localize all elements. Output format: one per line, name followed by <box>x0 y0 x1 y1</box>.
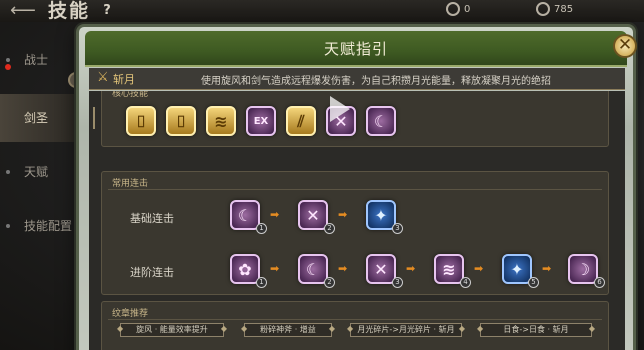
ex-sword-pink-icon[interactable]: EX <box>246 106 276 136</box>
arrow-right-icon: ➡ <box>542 262 552 275</box>
step-number: 2 <box>324 277 335 288</box>
sidebar-item-label: 剑圣 <box>24 111 49 125</box>
sidebar-item-swordmaster[interactable]: 剑圣 <box>0 94 78 142</box>
sword-icon: ⚔ <box>97 70 109 85</box>
panel-title: 常用连击 <box>112 179 149 189</box>
emblem-item[interactable]: 月光碎片->月光碎片 · 斩月 <box>347 323 465 337</box>
dialog-title: 天赋指引 <box>323 40 388 58</box>
sidebar-item-label: 天赋 <box>24 165 49 179</box>
emblem-item[interactable]: 日食->日食 · 斩月 <box>477 323 595 337</box>
advanced-combo-label: 进阶连击 <box>130 266 174 279</box>
skill-description: 使用旋风和剑气造成远程爆发伤害，为自己积攒月光能量，释放凝聚月光的绝招 <box>201 76 551 87</box>
step-number: 3 <box>392 277 403 288</box>
moon-coin-icon <box>536 2 550 16</box>
step-number: 2 <box>324 223 335 234</box>
sidebar-item-talent[interactable]: 天赋 <box>0 148 78 196</box>
back-icon[interactable]: ⟵ <box>10 2 36 20</box>
divider <box>108 319 602 320</box>
cursor-play-icon <box>330 96 350 122</box>
scroll-gold-icon[interactable]: ⌷ <box>166 106 196 136</box>
arrow-right-icon: ➡ <box>270 262 280 275</box>
skill-name: 斩月 <box>113 73 135 86</box>
step-number: 1 <box>256 277 267 288</box>
help-icon[interactable]: ? <box>98 2 116 20</box>
coin-icon <box>446 2 460 16</box>
talent-guide-dialog: 天赋指引 ✕ ⚔ 斩月 使用旋风和剑气造成远程爆发伤害，为自己积攒月光能量，释放… <box>76 24 637 350</box>
step-number: 1 <box>256 223 267 234</box>
close-button[interactable]: ✕ <box>613 34 637 58</box>
emblem-item[interactable]: 旋风 · 能量效率提升 <box>117 323 227 337</box>
page-title: 技能 <box>48 0 91 22</box>
dialog-header: 天赋指引 ✕ <box>85 31 637 67</box>
currency-1-value: 0 <box>464 4 471 15</box>
sidebar-item-skill-config[interactable]: 技能配置 <box>0 202 78 250</box>
skill-summary: ⚔ 斩月 使用旋风和剑气造成远程爆发伤害，为自己积攒月光能量，释放凝聚月光的绝招 <box>89 68 625 90</box>
bullet-icon <box>6 170 10 174</box>
guide-content[interactable]: 核心技能 ⌷ ⌷ ≋ EX ⫽ ✕ ☾ 常用连击 基础连击 ☾ 1 ➡ ✕ 2 … <box>89 91 625 350</box>
arrow-right-icon: ➡ <box>338 208 348 221</box>
step-number: 6 <box>594 277 605 288</box>
arrow-right-icon: ➡ <box>406 262 416 275</box>
scrollbar[interactable] <box>93 107 95 129</box>
crescent-pink-icon[interactable]: ☾ <box>366 106 396 136</box>
bullet-icon <box>6 224 10 228</box>
core-skills-panel: 核心技能 ⌷ ⌷ ≋ EX ⫽ ✕ ☾ <box>101 91 609 147</box>
arrow-right-icon: ➡ <box>270 208 280 221</box>
currency-1: 0 <box>446 2 470 18</box>
sidebar-item-label: 战士 <box>24 53 49 67</box>
step-number: 3 <box>392 223 403 234</box>
multi-blade-gold-icon[interactable]: ⫽ <box>286 106 316 136</box>
sidebar: 战士 剑圣 天赋 技能配置 <box>0 30 84 350</box>
bullet-icon <box>6 58 10 62</box>
sidebar-item-warrior[interactable]: 战士 <box>0 36 78 84</box>
sidebar-item-label: 技能配置 <box>24 219 73 233</box>
panel-title: 核心技能 <box>112 91 149 99</box>
divider <box>108 189 602 190</box>
arrow-right-icon: ➡ <box>474 262 484 275</box>
currency-2: 785 <box>536 2 573 18</box>
scroll-gold-icon[interactable]: ⌷ <box>126 106 156 136</box>
wind-slash-gold-icon[interactable]: ≋ <box>206 106 236 136</box>
emblem-item[interactable]: 粉碎神斧 · 增益 <box>241 323 335 337</box>
panel-title: 纹章推荐 <box>112 309 149 319</box>
step-number: 4 <box>460 277 471 288</box>
basic-combo-label: 基础连击 <box>130 212 174 225</box>
emblems-panel: 纹章推荐 旋风 · 能量效率提升 粉碎神斧 · 增益 月光碎片->月光碎片 · … <box>101 301 609 350</box>
currency-2-value: 785 <box>554 4 574 15</box>
game-screen: ⟵ 技能 ? 0 785 战士 剑圣 天赋 技能配置 天赋指引 ✕ ⚔ 斩月 使… <box>0 0 644 350</box>
top-bar: ⟵ 技能 ? 0 785 <box>0 0 644 22</box>
step-number: 5 <box>528 277 539 288</box>
combos-panel: 常用连击 基础连击 ☾ 1 ➡ ✕ 2 ➡ ✦ 3 进阶连击 ✿ 1 ➡ ☾ 2… <box>101 171 609 295</box>
arrow-right-icon: ➡ <box>338 262 348 275</box>
